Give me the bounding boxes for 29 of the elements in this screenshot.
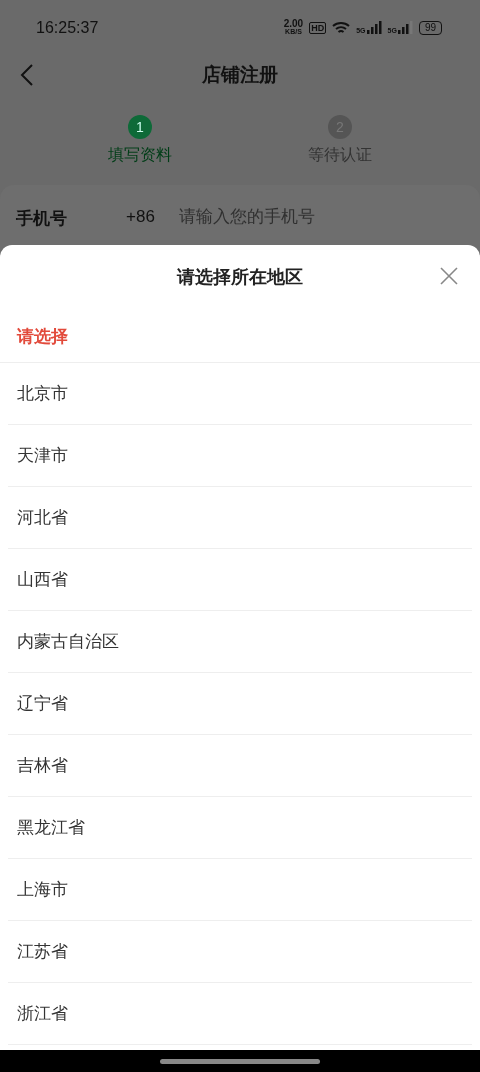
- network-speed: 2.00: [283, 19, 304, 28]
- region-option[interactable]: 黑龙江省: [8, 797, 472, 859]
- region-option[interactable]: 河北省: [8, 487, 472, 549]
- wifi-icon: [332, 20, 351, 35]
- region-tab[interactable]: 请选择: [0, 309, 480, 363]
- region-option[interactable]: 上海市: [8, 859, 472, 921]
- region-option[interactable]: 江苏省: [8, 921, 472, 983]
- region-option[interactable]: 浙江省: [8, 983, 472, 1045]
- close-icon[interactable]: [440, 267, 458, 285]
- region-option[interactable]: 北京市: [8, 363, 472, 425]
- home-indicator[interactable]: [160, 1058, 320, 1064]
- sheet-title: 请选择所在地区: [177, 266, 303, 289]
- hd-badge: HD: [309, 21, 327, 34]
- field-label: 手机号: [16, 208, 68, 230]
- region-option[interactable]: 山西省: [8, 549, 472, 611]
- battery-level: 99: [418, 20, 442, 35]
- signal-icon: [397, 21, 413, 34]
- phone-input[interactable]: 请输入您的手机号: [178, 207, 379, 227]
- region-option[interactable]: 吉林省: [8, 735, 472, 797]
- status-time: 16:25:37: [36, 18, 99, 37]
- signal-icon: [366, 21, 382, 34]
- region-option[interactable]: 辽宁省: [8, 673, 472, 735]
- step-label: 填写资料: [108, 145, 172, 165]
- back-icon[interactable]: [20, 63, 34, 87]
- region-option[interactable]: 天津市: [8, 425, 472, 487]
- country-code: +86: [126, 207, 155, 227]
- step-number: 1: [128, 115, 152, 139]
- region-option[interactable]: 内蒙古自治区: [8, 611, 472, 673]
- page-title: 店铺注册: [202, 63, 278, 87]
